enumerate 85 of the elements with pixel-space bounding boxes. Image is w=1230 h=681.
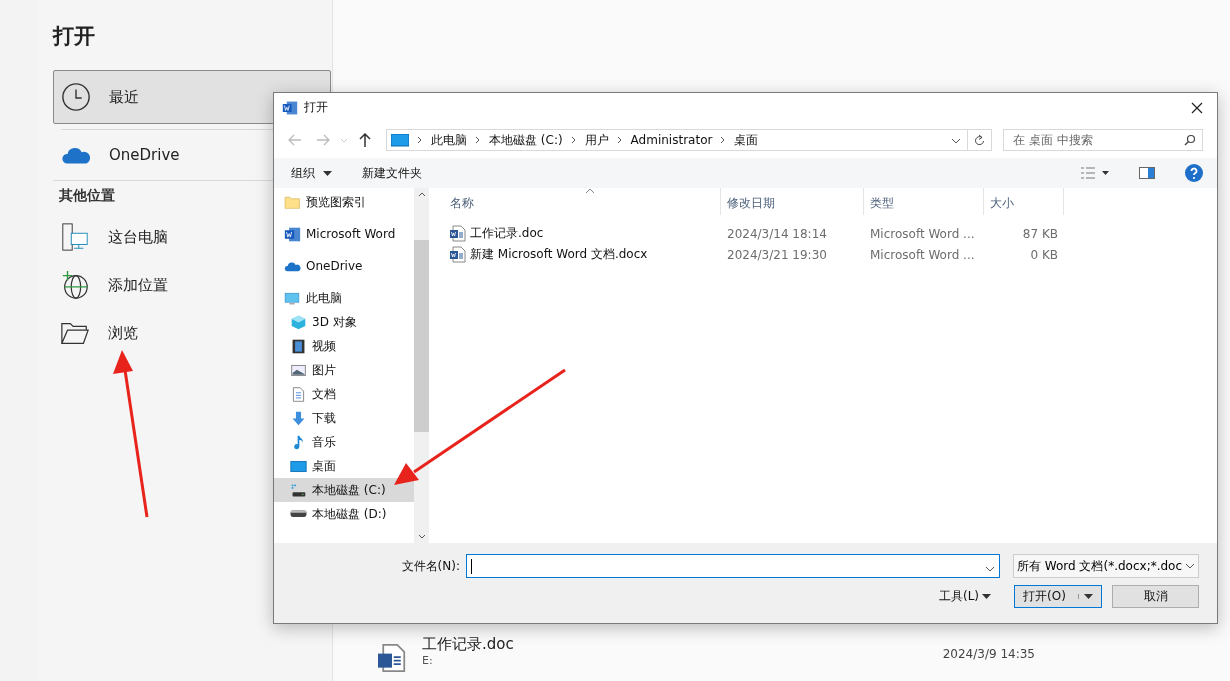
nav-tree-item[interactable]: 本地磁盘 (D:): [274, 502, 414, 526]
column-header[interactable]: 修改日期: [721, 188, 864, 215]
nav-tree-item[interactable]: 下载: [274, 406, 414, 430]
organize-button[interactable]: 组织: [291, 164, 332, 182]
address-bar[interactable]: 此电脑 本地磁盘 (C:) 用户 Administrator 桌面: [386, 129, 968, 151]
file-type: Microsoft Word ...: [869, 247, 976, 262]
word-document-icon: [378, 643, 406, 673]
nav-tree-item[interactable]: 预览图索引: [274, 190, 414, 214]
filename-label: 文件名(N):: [401, 557, 460, 575]
chevron-down-icon: [1185, 563, 1195, 569]
nav-tree-item[interactable]: 此电脑: [274, 286, 414, 310]
file-type: Microsoft Word ...: [869, 226, 976, 241]
globe-icon: [60, 270, 90, 300]
file-size: 0 KB: [1029, 247, 1059, 262]
breadcrumb-item[interactable]: 桌面: [734, 131, 759, 149]
page-title: 打开: [53, 23, 96, 50]
dialog-button[interactable]: 工具(L): [930, 585, 1000, 608]
nav-tree-item[interactable]: 本地磁盘 (C:): [274, 478, 414, 502]
preview-pane-icon[interactable]: [1139, 167, 1155, 179]
film-icon: [290, 337, 307, 355]
file-name[interactable]: 工作记录.doc: [444, 225, 721, 242]
search-icon: [1184, 134, 1196, 146]
caret-icon: [323, 170, 332, 176]
scroll-up-icon[interactable]: [417, 192, 426, 197]
chevron-down-icon: [951, 138, 961, 144]
breadcrumb-item[interactable]: 本地磁盘 (C:): [489, 131, 563, 149]
column-header[interactable]: 名称: [444, 188, 721, 215]
chevron-icon: [475, 136, 481, 144]
word-document-icon: [450, 225, 466, 242]
view-options-icon[interactable]: [1081, 167, 1109, 179]
dialog-title: 打开: [304, 99, 328, 116]
nav-tree-item[interactable]: 3D 对象: [274, 310, 414, 334]
word-icon: [284, 225, 301, 243]
file-type-dropdown[interactable]: 所有 Word 文档(*.docx;*.doc: [1013, 554, 1199, 578]
computer-icon: [60, 222, 90, 252]
file-size: 87 KB: [1021, 226, 1059, 241]
file-date: 2024/3/9 14:35: [942, 646, 1035, 661]
cube-icon: [290, 313, 307, 331]
sort-caret-icon: [585, 188, 595, 194]
document-icon: [290, 385, 307, 403]
drive-icon: [290, 510, 307, 518]
caret-icon: [1084, 594, 1093, 599]
scroll-down-icon[interactable]: [417, 534, 426, 539]
breadcrumb-item[interactable]: Administrator: [630, 133, 713, 147]
file-path: E:: [422, 654, 434, 667]
search-field[interactable]: 在 桌面 中搜索: [1003, 129, 1203, 151]
computer-icon: [391, 133, 409, 147]
up-arrow-icon: [359, 133, 371, 147]
chevron-icon: [720, 136, 727, 144]
nav-tree-item[interactable]: Microsoft Word: [274, 222, 414, 246]
nav-tree-item[interactable]: 文档: [274, 382, 414, 406]
dialog-button[interactable]: 取消: [1112, 585, 1199, 608]
down-arrow-icon: [290, 409, 307, 427]
forward-arrow-icon: [316, 134, 330, 146]
column-header[interactable]: 大小: [984, 188, 1064, 215]
caret-icon: [982, 594, 991, 599]
section-heading: 其他位置: [59, 186, 115, 205]
nav-tree-item[interactable]: OneDrive: [274, 254, 414, 278]
modified-date: 2024/3/21 19:30: [726, 247, 828, 262]
refresh-button[interactable]: [968, 129, 992, 151]
clock-icon: [61, 82, 91, 112]
scrollbar[interactable]: [414, 188, 429, 543]
modified-date: 2024/3/14 18:14: [726, 226, 828, 241]
file-name[interactable]: 新建 Microsoft Word 文档.docx: [444, 246, 721, 263]
breadcrumb-item[interactable]: 此电脑: [431, 131, 467, 149]
chevron-down-icon: [985, 565, 995, 572]
close-icon: [1191, 101, 1203, 114]
nav-tree-item[interactable]: 视频: [274, 334, 414, 358]
back-arrow-icon: [288, 134, 302, 146]
nav-tree-item[interactable]: 桌面: [274, 454, 414, 478]
new-folder-button[interactable]: 新建文件夹: [362, 164, 422, 182]
word-icon: [282, 99, 298, 116]
nav-tree-item[interactable]: 音乐: [274, 430, 414, 454]
dialog-button[interactable]: 打开(O): [1014, 585, 1102, 608]
filename-field[interactable]: [466, 554, 1000, 578]
word-document-icon: [450, 246, 466, 263]
refresh-icon: [974, 134, 985, 146]
chevron-icon: [417, 136, 423, 144]
nav-tree-item[interactable]: 图片: [274, 358, 414, 382]
chevron-icon: [570, 136, 577, 144]
chevron-icon: [616, 136, 623, 144]
breadcrumb-item[interactable]: 用户: [584, 131, 609, 149]
help-icon[interactable]: [1185, 164, 1203, 182]
column-header[interactable]: 类型: [864, 188, 984, 215]
file-name[interactable]: 工作记录.doc: [422, 635, 514, 654]
